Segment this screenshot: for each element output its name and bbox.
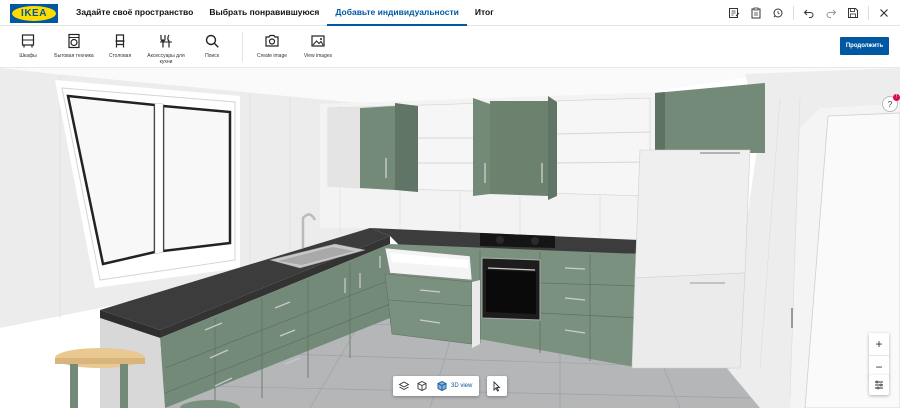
tool-dining[interactable]: Столовая <box>96 32 144 60</box>
tool-create-image[interactable]: Create image <box>248 32 296 60</box>
cube-3d-icon <box>437 380 447 392</box>
step-tab-summary[interactable]: Итог <box>467 0 502 26</box>
tool-label: View images <box>303 53 333 59</box>
camera-icon <box>263 32 281 50</box>
chair-icon <box>111 32 129 50</box>
appliance-icon <box>65 32 83 50</box>
notification-badge: ! <box>893 94 900 101</box>
help-button[interactable]: ? ! <box>882 94 900 112</box>
toolbar-divider <box>242 32 243 62</box>
tool-cabinets[interactable]: Шкафы <box>4 32 52 60</box>
settings-menu-button[interactable] <box>869 375 889 395</box>
zoom-controls: + − <box>869 333 889 377</box>
tool-bar: Шкафы Бытовая техника Столовая Аксессуар… <box>0 26 900 68</box>
3d-view-button[interactable]: 3D view <box>432 378 476 394</box>
step-tab-add-personality[interactable]: Добавьте индивидуальности <box>327 0 467 26</box>
tool-label: Аксессуары для кухни <box>147 53 185 65</box>
sliders-icon <box>875 380 883 390</box>
top-navigation-bar: IKEA Задайте своё пространство Выбрать п… <box>0 0 900 26</box>
clipboard-icon[interactable] <box>746 3 766 23</box>
tool-label: Поиск <box>205 53 219 59</box>
tool-label: Бытовая техника <box>54 53 94 59</box>
step-tab-choose-favorite[interactable]: Выбрать понравившуюся <box>201 0 327 26</box>
save-icon[interactable] <box>843 3 863 23</box>
elevation-view-button[interactable] <box>414 378 430 394</box>
cube-outline-icon <box>417 380 427 392</box>
divider <box>868 6 869 20</box>
utensils-icon <box>157 32 175 50</box>
tool-label: Create image <box>256 53 287 59</box>
image-icon <box>309 32 327 50</box>
cabinet-icon <box>19 32 37 50</box>
tool-appliances[interactable]: Бытовая техника <box>50 32 98 60</box>
notes-icon[interactable] <box>724 3 744 23</box>
search-icon <box>203 32 221 50</box>
cursor-icon <box>493 380 501 392</box>
layers-icon <box>398 381 410 391</box>
redo-icon[interactable] <box>821 3 841 23</box>
step-tab-define-space[interactable]: Задайте своё пространство <box>68 0 201 26</box>
find-icon[interactable] <box>768 3 788 23</box>
close-icon[interactable] <box>874 3 894 23</box>
kitchen-3d-viewport[interactable]: ? ! <box>0 68 900 408</box>
tool-search[interactable]: Поиск <box>188 32 236 60</box>
top-actions <box>724 0 894 26</box>
divider <box>793 6 794 20</box>
step-tabs: Задайте своё пространство Выбрать понрав… <box>68 0 502 26</box>
zoom-in-button[interactable]: + <box>869 333 889 355</box>
tool-kitchen-accessories[interactable]: Аксессуары для кухни <box>142 32 190 65</box>
ikea-logo[interactable]: IKEA <box>10 4 58 23</box>
help-icon: ? <box>887 99 893 109</box>
tool-view-images[interactable]: View images <box>294 32 342 60</box>
logo-text: IKEA <box>12 6 56 21</box>
undo-icon[interactable] <box>799 3 819 23</box>
continue-button[interactable]: Продолжить <box>840 37 889 55</box>
zoom-out-button[interactable]: − <box>869 355 889 377</box>
floor-plan-view-button[interactable] <box>396 378 412 394</box>
view-mode-label: 3D view <box>451 383 473 389</box>
tool-label: Столовая <box>108 53 132 59</box>
view-mode-bar: 3D view <box>393 376 480 396</box>
tool-label: Шкафы <box>19 53 37 59</box>
kitchen-render[interactable] <box>0 68 900 408</box>
select-tool-button[interactable] <box>487 376 507 396</box>
